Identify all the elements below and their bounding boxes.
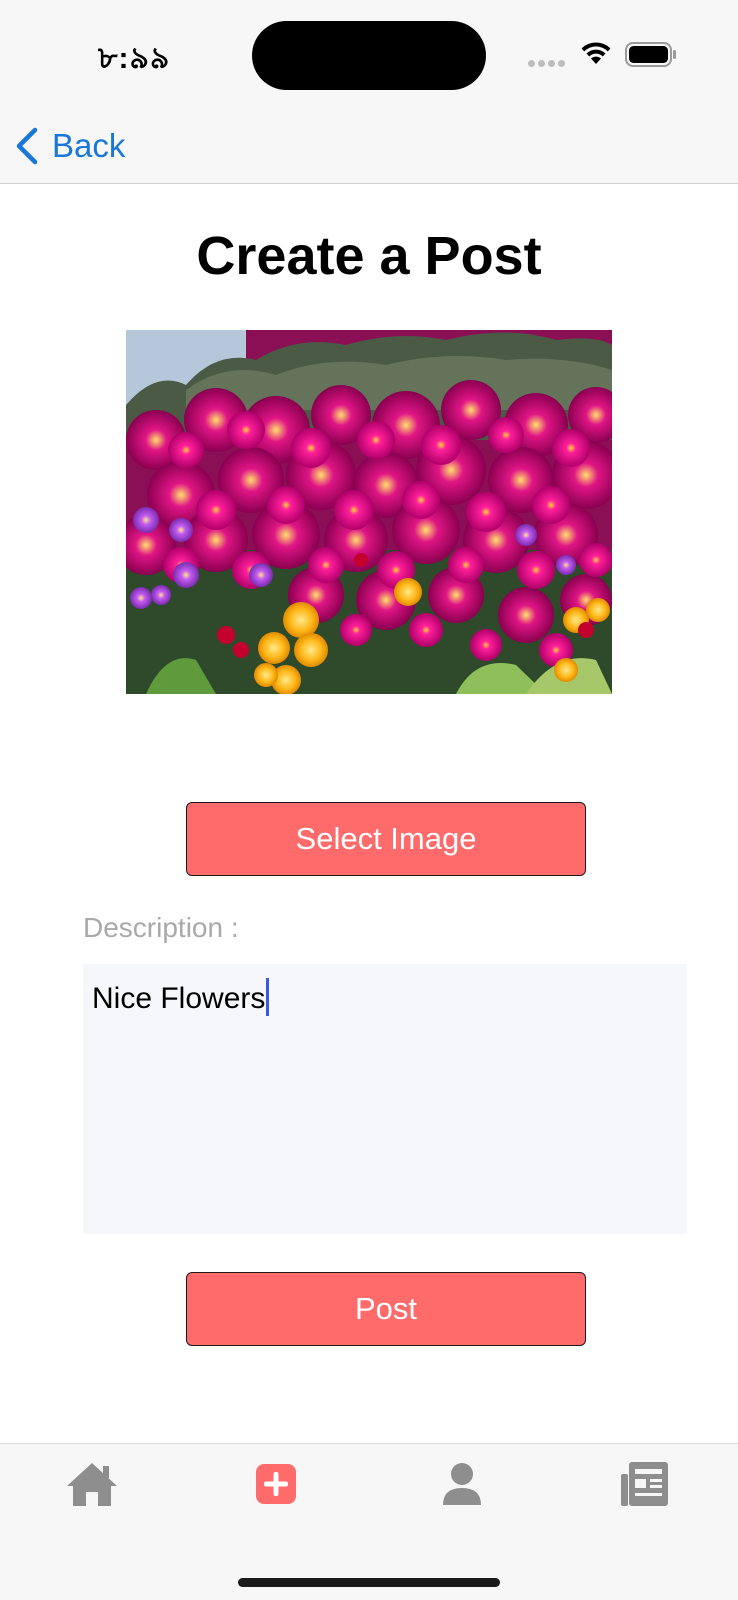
select-image-button[interactable]: Select Image: [186, 802, 586, 876]
description-value: Nice Flowers: [92, 982, 266, 1015]
add-post-icon: [256, 1464, 296, 1504]
text-cursor: [266, 978, 270, 1016]
navigation-bar: Back: [0, 110, 738, 184]
cellular-signal-icon: [528, 60, 565, 67]
page-title: Create a Post: [196, 226, 542, 286]
chevron-left-icon: [16, 127, 38, 165]
home-indicator: [238, 1578, 500, 1587]
back-label: Back: [52, 127, 126, 164]
tab-bar: [0, 1443, 738, 1600]
news-icon: [621, 1462, 668, 1506]
status-bar: ৮:৯৯: [0, 0, 738, 110]
description-text-wrapper: Nice Flowers: [92, 978, 270, 1016]
tab-add-post[interactable]: [246, 1454, 306, 1514]
wifi-icon: [581, 42, 611, 64]
status-time: ৮:৯৯: [98, 42, 171, 75]
description-label: Description :: [83, 912, 239, 943]
profile-icon: [443, 1463, 481, 1505]
post-button[interactable]: Post: [186, 1272, 586, 1346]
description-textarea[interactable]: Nice Flowers: [83, 964, 687, 1234]
home-icon: [67, 1463, 117, 1506]
back-button[interactable]: Back: [14, 124, 125, 168]
tab-home[interactable]: [62, 1454, 122, 1514]
battery-icon: [625, 42, 676, 67]
selected-image-preview: [126, 330, 612, 694]
tab-news[interactable]: [615, 1454, 675, 1514]
dynamic-island: [252, 21, 486, 90]
tab-profile[interactable]: [432, 1454, 492, 1514]
create-post-screen: ৮:৯৯ Back Create a Post Select Image Des…: [0, 0, 738, 1600]
